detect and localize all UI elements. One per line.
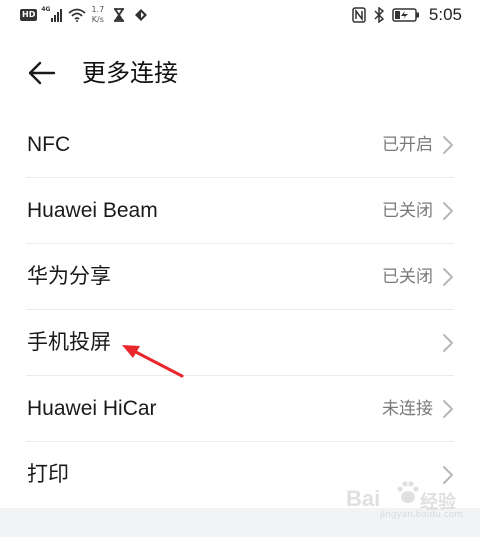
chevron-right-icon xyxy=(443,136,453,154)
settings-item-label: Huawei Beam xyxy=(27,199,158,222)
settings-item-label: NFC xyxy=(27,133,71,156)
nfc-icon xyxy=(352,7,366,23)
watermark-url: jingyan.baidu.com xyxy=(380,510,464,520)
chevron-right-icon xyxy=(443,334,453,352)
hd-icon: HD xyxy=(20,9,38,21)
hourglass-icon xyxy=(114,8,125,22)
annotation-arrow xyxy=(122,345,184,378)
back-arrow-icon[interactable] xyxy=(28,61,56,85)
settings-item-huawei-beam[interactable]: Huawei Beam 已关闭 xyxy=(0,178,480,244)
network-type: 4G xyxy=(41,6,51,13)
status-bar: HD 4G 1.7 K/s 5:05 xyxy=(0,0,480,30)
settings-item-huawei-hicar[interactable]: Huawei HiCar 未连接 xyxy=(0,376,480,442)
data-saver-icon xyxy=(135,9,148,21)
settings-item-status: 已关闭 xyxy=(382,201,433,221)
watermark: Bai 经验 jingyan.baidu.com xyxy=(340,478,470,524)
signal-icon xyxy=(51,8,63,22)
speed-value: 1.7 xyxy=(91,5,105,14)
settings-item-nfc[interactable]: NFC 已开启 xyxy=(0,112,480,178)
settings-item-label: Huawei HiCar xyxy=(27,397,157,420)
page-title: 更多连接 xyxy=(82,59,178,87)
settings-item-label: 手机投屏 xyxy=(27,331,111,354)
bluetooth-icon xyxy=(374,7,384,23)
network-speed: 1.7 K/s xyxy=(91,5,104,25)
settings-list: NFC 已开启 Huawei Beam 已关闭 华为分享 已关闭 手机投屏 Hu… xyxy=(0,112,480,508)
chevron-right-icon xyxy=(443,400,453,418)
chevron-right-icon xyxy=(443,268,453,286)
settings-item-label: 打印 xyxy=(27,463,69,486)
settings-item-status: 已开启 xyxy=(382,135,433,155)
app-bar: 更多连接 xyxy=(0,44,480,104)
chevron-right-icon xyxy=(443,202,453,220)
status-bar-left: HD 4G 1.7 K/s xyxy=(20,4,148,26)
settings-item-status: 未连接 xyxy=(382,399,433,419)
settings-item-status: 已关闭 xyxy=(382,267,433,287)
status-bar-right: 5:05 xyxy=(344,4,462,26)
paw-icon xyxy=(397,481,419,503)
wifi-icon xyxy=(68,8,87,22)
settings-item-huawei-share[interactable]: 华为分享 已关闭 xyxy=(0,244,480,310)
battery-icon xyxy=(392,8,419,22)
clock: 5:05 xyxy=(428,5,462,24)
speed-unit: K/s xyxy=(91,15,104,24)
watermark-brand: Bai xyxy=(346,486,381,511)
settings-item-screen-projection[interactable]: 手机投屏 xyxy=(0,310,480,376)
settings-item-label: 华为分享 xyxy=(27,265,111,288)
